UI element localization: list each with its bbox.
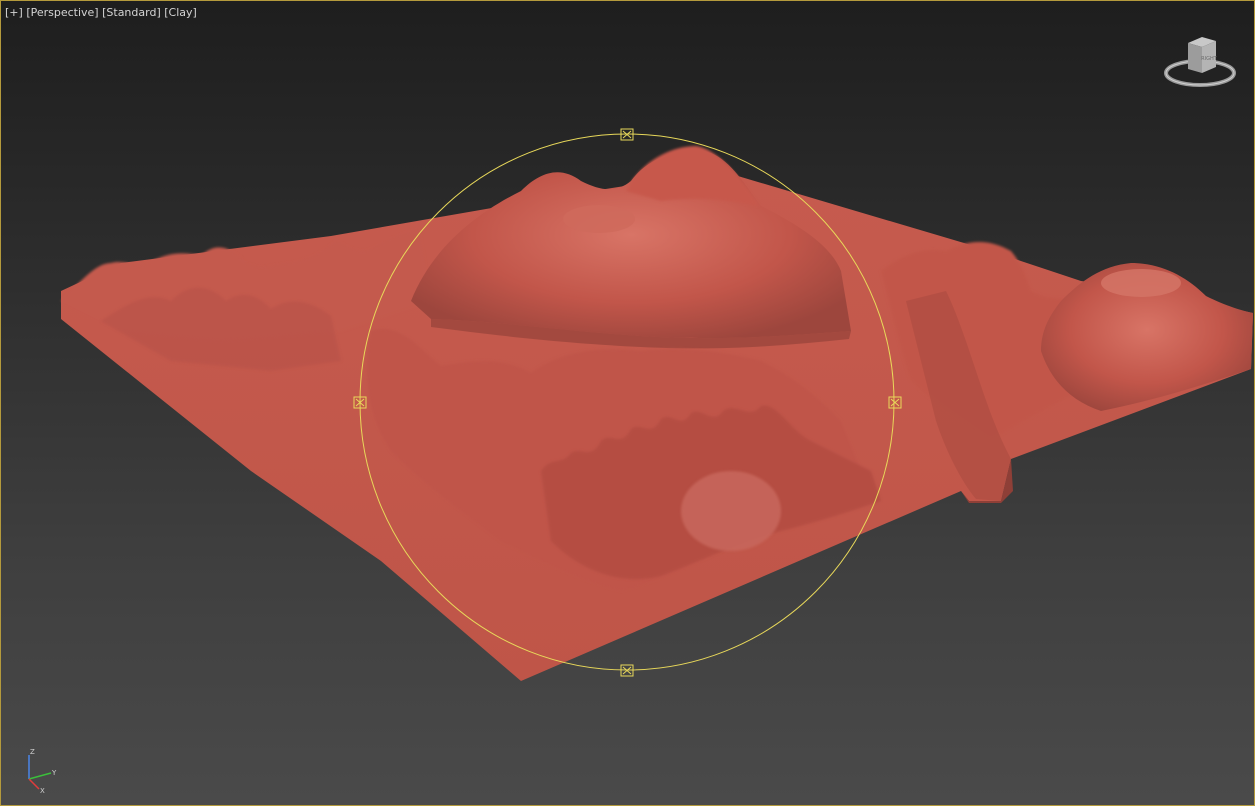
viewcube-icon[interactable]: RIGHT [1160, 31, 1240, 93]
axis-x-label: X [40, 787, 45, 795]
terrain-main-mountain [411, 150, 851, 339]
viewcube-face-label: RIGHT [1201, 56, 1218, 62]
axis-y-label: Y [51, 769, 57, 777]
terrain-mesh[interactable] [61, 146, 1253, 681]
perspective-viewport[interactable]: [+] [Perspective] [Standard] [Clay] RIGH… [0, 0, 1255, 806]
axis-z-label: Z [30, 748, 35, 756]
terrain-right-crater [1101, 269, 1181, 297]
axis-x-line [28, 778, 40, 790]
terrain-crater [563, 205, 635, 233]
gizmo-handle-bottom[interactable] [620, 664, 634, 677]
axis-y-line [28, 772, 52, 780]
axis-tripod-icon: Z Y X [28, 748, 57, 795]
scene-canvas[interactable] [1, 1, 1255, 806]
terrain-mound [681, 471, 781, 551]
viewcube-front-face[interactable] [1188, 43, 1202, 73]
